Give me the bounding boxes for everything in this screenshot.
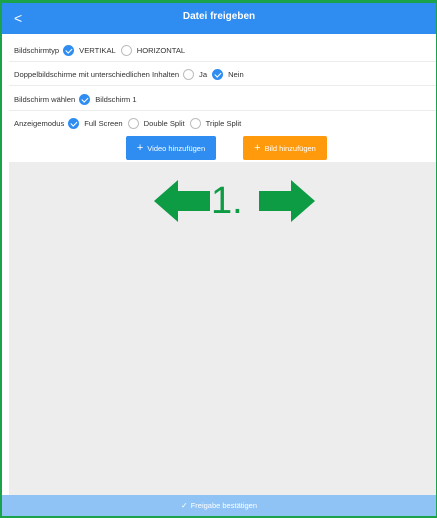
arrow-right-icon bbox=[259, 180, 315, 222]
screen-type-label: Bildschirmtyp bbox=[14, 45, 60, 55]
add-video-button[interactable]: + Video hinzufügen bbox=[126, 136, 216, 160]
add-image-button[interactable]: + Bild hinzufügen bbox=[243, 136, 327, 160]
screen-type-row: Bildschirmtyp VERTIKAL HORIZONTAL bbox=[9, 39, 436, 62]
screen-select-row: Bildschirm wählen Bildschirm 1 bbox=[9, 88, 436, 111]
radio-bildschirm-1[interactable]: Bildschirm 1 bbox=[79, 93, 137, 105]
radio-nein-label: Nein bbox=[228, 69, 244, 79]
radio-full-screen[interactable]: Full Screen bbox=[68, 118, 123, 129]
radio-unchecked-icon bbox=[183, 68, 195, 80]
display-mode-row: Anzeigemodus Full Screen Double Split Tr… bbox=[9, 112, 436, 135]
header-bar: < Datei freigeben bbox=[2, 3, 436, 34]
add-image-label: Bild hinzufügen bbox=[264, 143, 316, 153]
radio-triple-split[interactable]: Triple Split bbox=[189, 118, 242, 129]
app-frame: < Datei freigeben Bildschirmtyp VERTIKAL… bbox=[0, 0, 437, 518]
radio-full-screen-label: Full Screen bbox=[84, 119, 123, 128]
radio-checked-icon bbox=[68, 118, 80, 129]
dual-screen-row: Doppelbildschirme mit unterschiedlichen … bbox=[9, 63, 436, 86]
radio-bildschirm-1-label: Bildschirm 1 bbox=[95, 94, 137, 104]
radio-horizontal-label: HORIZONTAL bbox=[136, 45, 186, 55]
display-mode-label: Anzeigemodus bbox=[14, 119, 65, 128]
radio-unchecked-icon bbox=[120, 44, 132, 56]
radio-double-split-label: Double Split bbox=[143, 119, 185, 128]
radio-nein[interactable]: Nein bbox=[212, 68, 244, 80]
radio-checked-icon bbox=[212, 68, 224, 80]
check-icon: ✓ bbox=[181, 501, 188, 510]
radio-ja[interactable]: Ja bbox=[183, 68, 208, 80]
arrow-left-icon bbox=[154, 180, 210, 222]
step-marker: 1. bbox=[211, 180, 243, 222]
radio-unchecked-icon bbox=[189, 118, 201, 129]
radio-vertikal[interactable]: VERTIKAL bbox=[63, 44, 116, 56]
confirm-release-button[interactable]: ✓ Freigabe bestätigen bbox=[2, 495, 436, 516]
radio-vertikal-label: VERTIKAL bbox=[79, 45, 116, 55]
plus-icon: + bbox=[254, 142, 261, 154]
preview-canvas[interactable]: 1. bbox=[9, 162, 436, 499]
radio-triple-split-label: Triple Split bbox=[205, 119, 242, 128]
radio-ja-label: Ja bbox=[199, 69, 208, 79]
radio-horizontal[interactable]: HORIZONTAL bbox=[120, 44, 186, 56]
add-video-label: Video hinzufügen bbox=[147, 143, 206, 153]
page-title: Datei freigeben bbox=[182, 11, 256, 22]
radio-checked-icon bbox=[79, 93, 91, 105]
confirm-release-label: Freigabe bestätigen bbox=[190, 501, 257, 510]
radio-unchecked-icon bbox=[127, 118, 139, 129]
plus-icon: + bbox=[136, 142, 144, 154]
radio-checked-icon bbox=[63, 44, 75, 56]
radio-double-split[interactable]: Double Split bbox=[127, 118, 185, 129]
screen-select-label: Bildschirm wählen bbox=[14, 94, 76, 104]
dual-screen-label: Doppelbildschirme mit unterschiedlichen … bbox=[14, 69, 180, 79]
